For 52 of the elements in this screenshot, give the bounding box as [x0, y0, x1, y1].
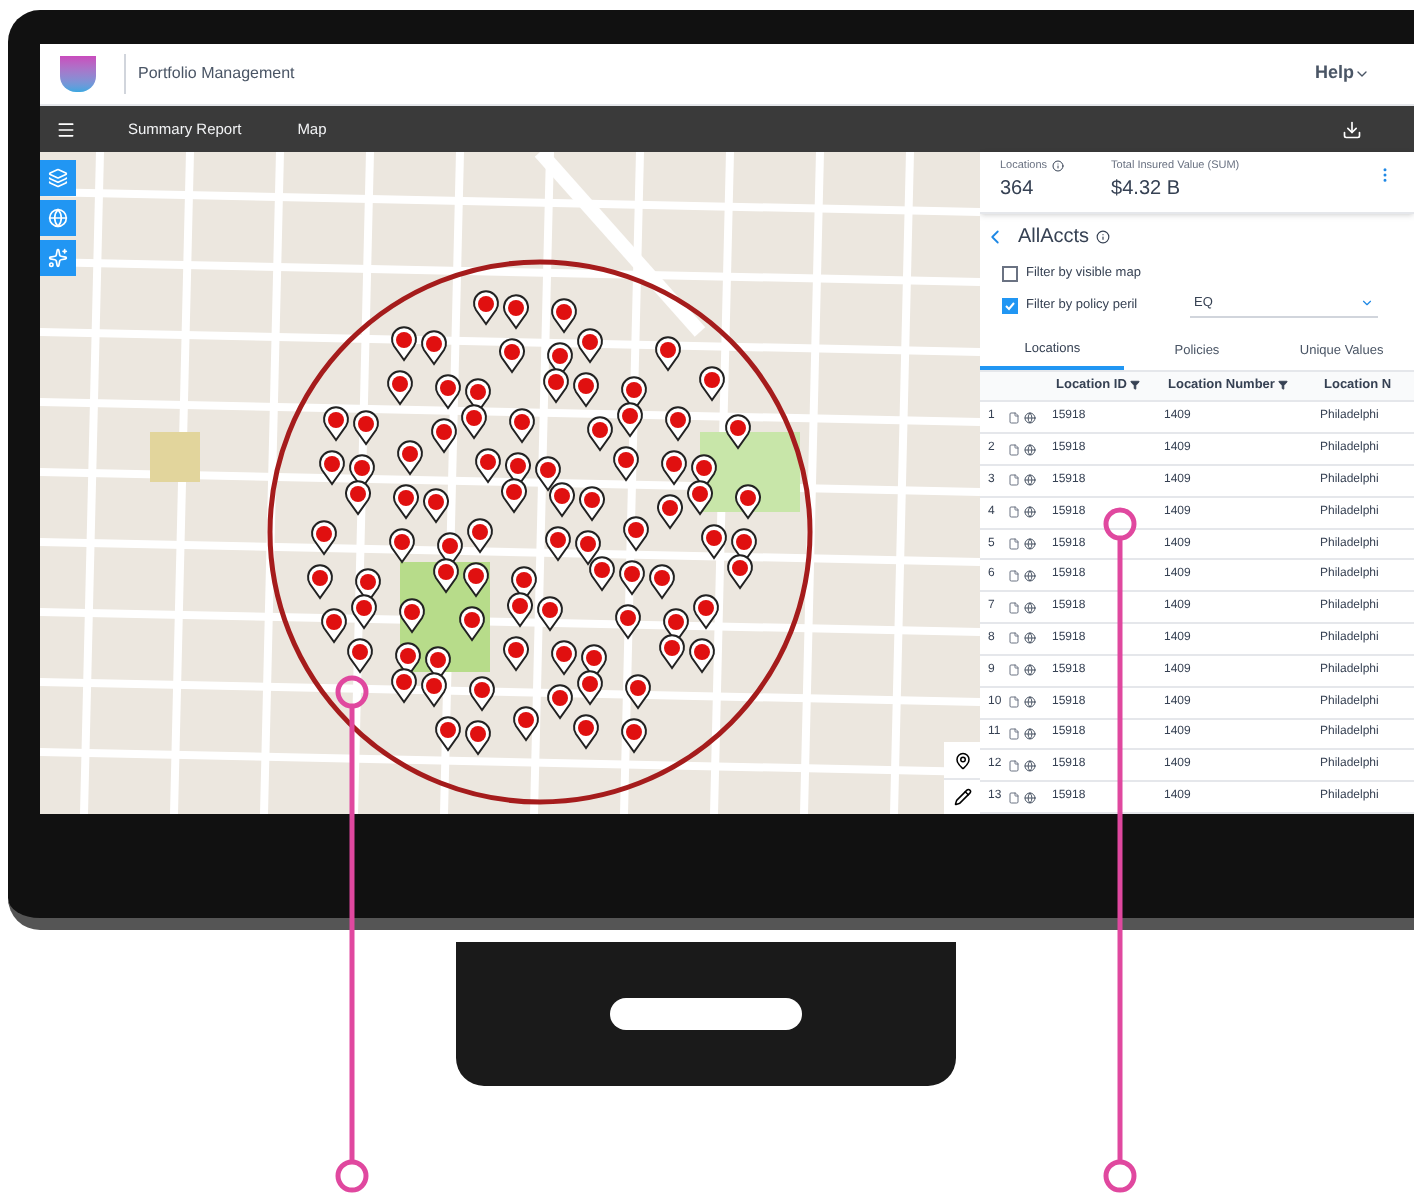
- menu-icon[interactable]: [56, 119, 76, 139]
- checkbox[interactable]: [1002, 297, 1018, 314]
- layers-icon: [48, 168, 68, 188]
- caret-icon: [1354, 66, 1370, 82]
- globe-icon[interactable]: [1024, 791, 1036, 804]
- download-icon[interactable]: [1342, 119, 1362, 139]
- globe-icon[interactable]: [1024, 759, 1036, 772]
- info-icon: [1095, 229, 1110, 244]
- document-icon[interactable]: [1008, 791, 1020, 804]
- draw-button[interactable]: [944, 778, 980, 814]
- globe-icon[interactable]: [1024, 443, 1036, 456]
- document-icon[interactable]: [1008, 411, 1020, 424]
- document-icon[interactable]: [1008, 538, 1020, 551]
- globe-icon[interactable]: [1024, 601, 1036, 614]
- document-icon[interactable]: [1008, 632, 1020, 645]
- filter-icon[interactable]: [1130, 380, 1141, 391]
- globe-icon[interactable]: [1024, 506, 1036, 519]
- pin-button[interactable]: [944, 742, 980, 778]
- globe-button[interactable]: [40, 200, 76, 236]
- document-icon[interactable]: [1008, 569, 1020, 582]
- panel-title: AllAccts: [1018, 223, 1090, 252]
- layers-button[interactable]: [40, 160, 76, 196]
- document-icon[interactable]: [1008, 443, 1020, 456]
- globe-icon[interactable]: [1024, 474, 1036, 487]
- tiv-value: $4.32 B: [1111, 176, 1183, 205]
- logo-icon: [60, 56, 96, 92]
- filter-icon[interactable]: [1278, 380, 1289, 391]
- globe-icon: [48, 208, 68, 228]
- document-icon[interactable]: [1008, 474, 1020, 487]
- info-icon: [1051, 160, 1064, 173]
- document-icon[interactable]: [1008, 601, 1020, 614]
- pin-icon: [953, 751, 971, 769]
- document-icon[interactable]: [1008, 759, 1020, 772]
- document-icon[interactable]: [1008, 696, 1020, 709]
- globe-icon[interactable]: [1024, 696, 1036, 709]
- help-menu[interactable]: Help: [1314, 60, 1370, 88]
- sparkle-button[interactable]: [40, 240, 76, 276]
- globe-icon[interactable]: [1024, 538, 1036, 551]
- checkbox[interactable]: [1002, 265, 1018, 282]
- sparkle-icon: [48, 248, 68, 268]
- caret-icon: [1360, 296, 1374, 311]
- app-title: Portfolio Management: [138, 62, 295, 86]
- document-icon[interactable]: [1008, 664, 1020, 677]
- locations-value: 364: [1000, 176, 1036, 205]
- document-icon[interactable]: [1008, 727, 1020, 740]
- pencil-icon: [953, 788, 971, 806]
- globe-icon[interactable]: [1024, 632, 1036, 645]
- globe-icon[interactable]: [1024, 569, 1036, 582]
- globe-icon[interactable]: [1024, 664, 1036, 677]
- globe-icon[interactable]: [1024, 727, 1036, 740]
- document-icon[interactable]: [1008, 506, 1020, 519]
- globe-icon[interactable]: [1024, 411, 1036, 424]
